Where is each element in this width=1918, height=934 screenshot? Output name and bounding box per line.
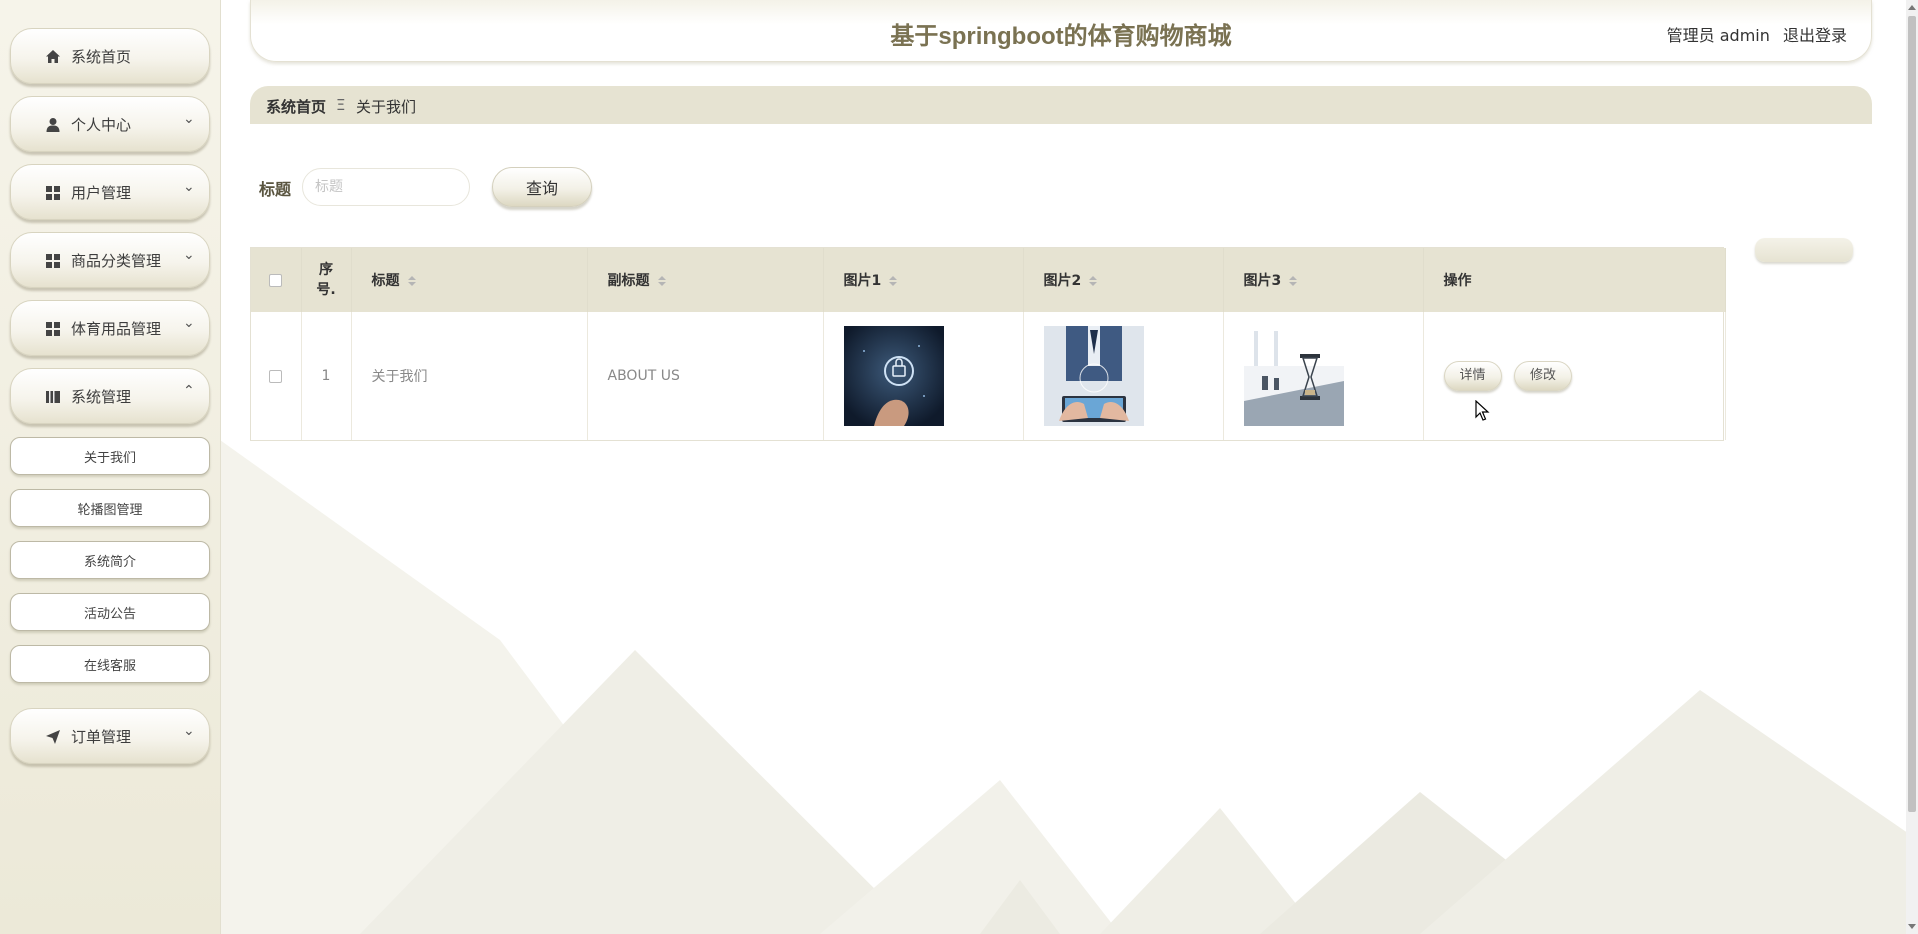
logout-link[interactable]: 退出登录	[1783, 26, 1847, 45]
breadcrumb-current: 关于我们	[356, 98, 417, 116]
sort-icon[interactable]	[657, 276, 666, 286]
sidebar-item-label: 体育用品管理	[71, 320, 162, 338]
row-actions-cell: 详情 修改	[1423, 312, 1726, 440]
top-header: 基于springboot的体育购物商城 管理员 admin 退出登录	[250, 0, 1872, 62]
breadcrumb-home[interactable]: 系统首页	[266, 96, 326, 117]
sort-icon[interactable]	[1289, 276, 1298, 286]
sidebar-item-label: 商品分类管理	[71, 252, 162, 270]
sidebar-subitem-system-intro[interactable]: 系统简介	[10, 541, 210, 579]
background-decoration	[220, 440, 1918, 934]
chevron-down-icon: ⌄	[183, 247, 195, 263]
chevron-down-icon: ⌄	[183, 179, 195, 195]
sidebar-item-order-management[interactable]: 订单管理 ⌄	[10, 708, 210, 764]
data-table: 序号. 标题 副标题 图片1 图片2 图片3 操作 1 关于我们 ABOUT U…	[250, 247, 1726, 441]
row-subtitle: ABOUT US	[587, 312, 824, 440]
edit-button[interactable]: 修改	[1513, 361, 1572, 391]
column-header-index: 序号.	[301, 248, 352, 312]
sidebar-subitem-announcements[interactable]: 活动公告	[10, 593, 210, 631]
chevron-down-icon: ⌄	[183, 111, 195, 127]
sidebar-item-label: 系统管理	[71, 388, 132, 406]
column-header-label: 图片2	[1043, 273, 1082, 289]
row-title: 关于我们	[351, 312, 588, 440]
hourglass-image-thumbnail[interactable]	[1243, 326, 1344, 426]
column-header-title[interactable]: 标题	[351, 248, 588, 312]
app-title: 基于springboot的体育购物商城	[890, 23, 1232, 50]
column-header-image1[interactable]: 图片1	[823, 248, 1024, 312]
sidebar-subitem-about-us[interactable]: 关于我们	[10, 437, 210, 475]
scroll-up-arrow-icon[interactable]	[1908, 5, 1916, 10]
chevron-down-icon: ⌄	[183, 723, 195, 739]
sidebar-subitem-online-service[interactable]: 在线客服	[10, 645, 210, 683]
grid-icon	[46, 322, 60, 336]
user-icon	[46, 118, 60, 132]
sidebar-item-user-management[interactable]: 用户管理 ⌄	[10, 164, 210, 220]
column-header-actions: 操作	[1423, 248, 1726, 312]
select-all-header[interactable]	[251, 248, 302, 312]
scrollbar-thumb[interactable]	[1908, 16, 1916, 812]
book-icon	[46, 391, 60, 403]
search-button[interactable]: 查询	[492, 167, 592, 207]
table-row: 1 关于我们 ABOUT US 详情 修改	[251, 312, 1726, 440]
row-image3-cell	[1223, 312, 1424, 440]
column-header-label: 图片3	[1243, 273, 1282, 289]
security-image-thumbnail[interactable]	[843, 326, 944, 426]
row-select-cell[interactable]	[251, 312, 302, 440]
chevron-down-icon: ⌄	[183, 315, 195, 331]
sort-icon[interactable]	[1089, 276, 1098, 286]
sidebar-item-home[interactable]: 系统首页	[10, 28, 210, 84]
row-image2-cell	[1023, 312, 1224, 440]
column-header-image3[interactable]: 图片3	[1223, 248, 1424, 312]
mouse-cursor-icon	[1475, 400, 1490, 421]
row-checkbox[interactable]	[269, 369, 283, 383]
select-all-checkbox[interactable]	[269, 273, 283, 287]
column-header-label: 副标题	[607, 273, 650, 289]
sort-icon[interactable]	[889, 276, 898, 286]
row-image1-cell	[823, 312, 1024, 440]
sidebar-item-label: 用户管理	[71, 184, 132, 202]
sidebar: 系统首页 个人中心 ⌄ 用户管理 ⌄ 商品分类管理 ⌄ 体育用品管理 ⌄ 系统管…	[0, 0, 221, 934]
sort-icon[interactable]	[407, 276, 416, 286]
sidebar-item-category-management[interactable]: 商品分类管理 ⌄	[10, 232, 210, 288]
sidebar-item-label: 订单管理	[71, 728, 132, 746]
scroll-down-arrow-icon[interactable]	[1908, 924, 1916, 929]
sidebar-item-sports-goods-management[interactable]: 体育用品管理 ⌄	[10, 300, 210, 356]
sidebar-item-label: 系统首页	[71, 48, 132, 66]
chevron-up-icon: ⌃	[183, 383, 195, 399]
grid-icon	[46, 186, 60, 200]
column-header-label: 标题	[371, 273, 400, 289]
sidebar-item-label: 个人中心	[71, 116, 132, 134]
title-search-input[interactable]	[302, 168, 470, 206]
breadcrumb: 系统首页 Ξ 关于我们	[250, 86, 1872, 124]
table-header-row: 序号. 标题 副标题 图片1 图片2 图片3 操作	[251, 248, 1726, 312]
column-header-label: 图片1	[843, 273, 882, 289]
grid-icon	[46, 254, 60, 268]
sidebar-item-personal-center[interactable]: 个人中心 ⌄	[10, 96, 210, 152]
side-action-button[interactable]	[1755, 238, 1853, 262]
breadcrumb-separator: Ξ	[336, 96, 346, 114]
send-icon	[46, 730, 60, 744]
row-index: 1	[301, 312, 352, 440]
column-header-image2[interactable]: 图片2	[1023, 248, 1224, 312]
sidebar-item-system-management[interactable]: 系统管理 ⌃	[10, 368, 210, 424]
home-icon	[46, 50, 60, 63]
sidebar-subitem-carousel[interactable]: 轮播图管理	[10, 489, 210, 527]
detail-button[interactable]: 详情	[1443, 361, 1502, 391]
column-header-subtitle[interactable]: 副标题	[587, 248, 824, 312]
user-role: 管理员 admin	[1666, 26, 1770, 45]
search-label: 标题	[259, 180, 292, 199]
tablet-image-thumbnail[interactable]	[1043, 326, 1144, 426]
vertical-scrollbar[interactable]	[1906, 0, 1918, 934]
user-info: 管理员 admin 退出登录	[1659, 22, 1847, 46]
